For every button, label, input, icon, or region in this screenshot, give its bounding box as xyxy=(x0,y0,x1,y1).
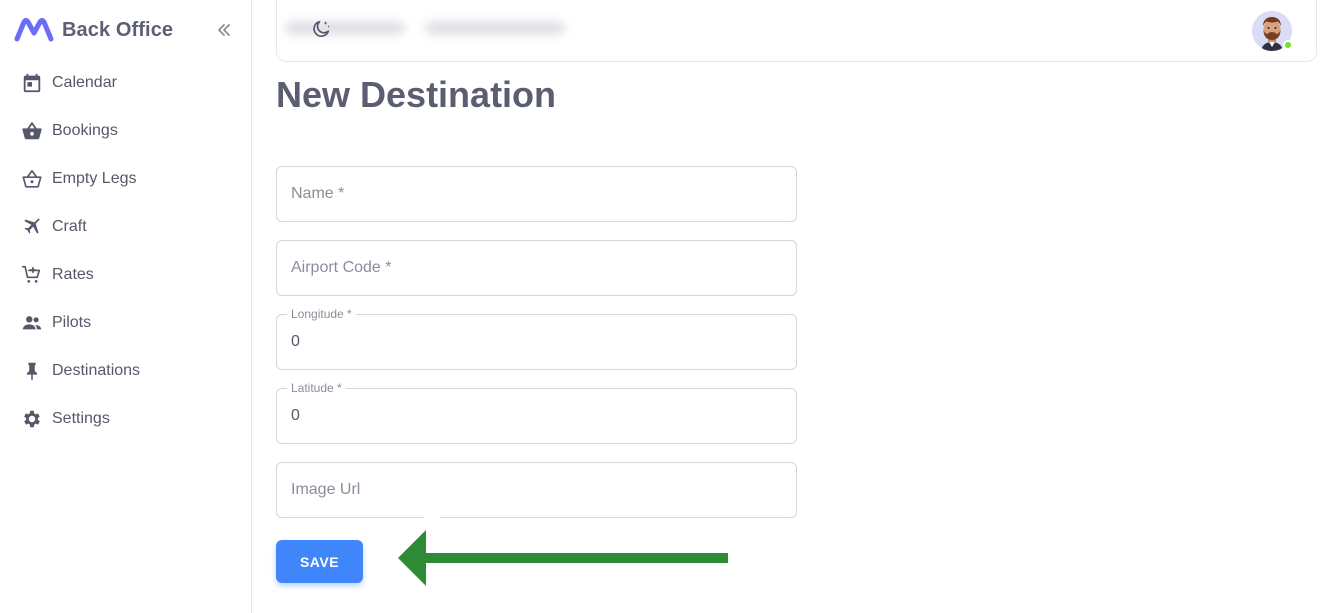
sidebar-item-empty-legs[interactable]: Empty Legs xyxy=(0,155,251,203)
latitude-input[interactable] xyxy=(291,405,781,427)
sidebar-item-label: Empty Legs xyxy=(52,170,137,187)
save-button[interactable]: SAVE xyxy=(276,540,363,583)
calendar-icon xyxy=(20,71,44,95)
sidebar-item-calendar[interactable]: Calendar xyxy=(0,59,251,107)
sidebar-item-settings[interactable]: Settings xyxy=(0,395,251,443)
brand-logo-icon xyxy=(14,18,54,42)
sidebar-item-label: Destinations xyxy=(52,362,141,379)
airport-code-field-label: Airport Code * xyxy=(291,259,392,276)
sidebar-item-craft[interactable]: Craft xyxy=(0,203,251,251)
cart-plus-icon xyxy=(20,263,44,287)
users-icon xyxy=(20,311,44,335)
sidebar: Back Office Calendar Bookings Empty Legs xyxy=(0,0,252,613)
gear-icon xyxy=(20,407,44,431)
sidebar-item-label: Craft xyxy=(52,218,87,235)
image-url-field-label: Image Url xyxy=(291,481,361,498)
name-field[interactable]: Name * xyxy=(276,166,797,222)
moon-star-icon xyxy=(313,20,330,37)
sidebar-item-label: Bookings xyxy=(52,122,118,139)
sidebar-item-destinations[interactable]: Destinations xyxy=(0,347,251,395)
app-bar xyxy=(276,0,1317,62)
page-title: New Destination xyxy=(276,74,557,115)
latitude-field: Latitude * xyxy=(276,381,797,444)
sidebar-item-pilots[interactable]: Pilots xyxy=(0,299,251,347)
latitude-field-label: Latitude * xyxy=(287,381,346,395)
brand-title: Back Office xyxy=(62,18,174,41)
sidebar-nav: Calendar Bookings Empty Legs Craft Rates xyxy=(0,59,251,443)
airport-code-field[interactable]: Airport Code * xyxy=(276,240,797,296)
sidebar-item-bookings[interactable]: Bookings xyxy=(0,107,251,155)
sidebar-item-label: Pilots xyxy=(52,314,92,331)
longitude-field-label: Longitude * xyxy=(287,307,356,321)
basket-icon xyxy=(20,119,44,143)
collapse-sidebar-button[interactable] xyxy=(212,18,236,42)
sidebar-item-rates[interactable]: Rates xyxy=(0,251,251,299)
theme-toggle-button[interactable] xyxy=(309,17,333,41)
airplane-icon xyxy=(20,215,44,239)
basket-outline-icon xyxy=(20,167,44,191)
sidebar-item-label: Rates xyxy=(52,266,94,283)
double-chevron-left-icon xyxy=(218,24,230,36)
image-url-field[interactable]: Image Url xyxy=(276,462,797,518)
sidebar-item-label: Settings xyxy=(52,410,110,427)
pin-icon xyxy=(20,359,44,383)
longitude-input[interactable] xyxy=(291,331,781,353)
green-arrow-annotation xyxy=(398,530,728,586)
online-status-badge xyxy=(1283,40,1293,50)
name-field-label: Name * xyxy=(291,185,345,202)
decorative-notch xyxy=(424,508,440,520)
brand[interactable]: Back Office xyxy=(14,14,173,46)
longitude-field: Longitude * xyxy=(276,307,797,370)
sidebar-item-label: Calendar xyxy=(52,74,117,91)
